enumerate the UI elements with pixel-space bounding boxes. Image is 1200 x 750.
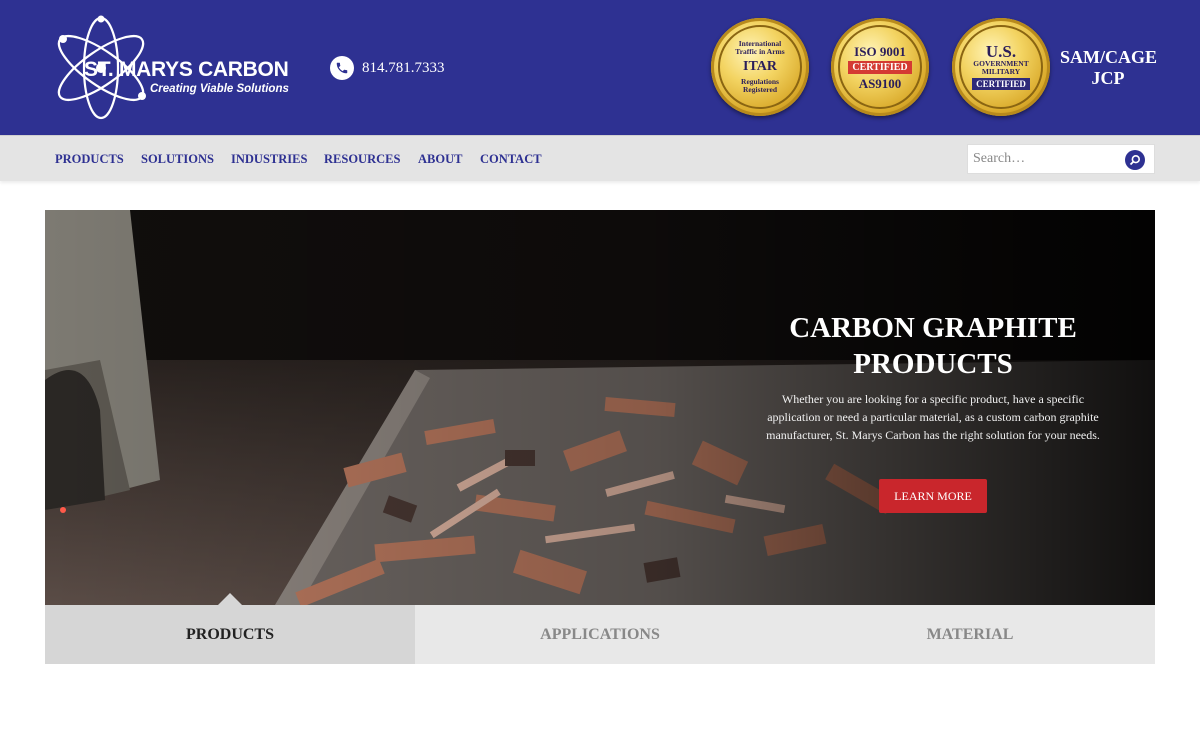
nav-item-resources[interactable]: RESOURCES: [324, 152, 400, 167]
logo-tagline: Creating Viable Solutions: [150, 83, 289, 95]
phone-icon: [330, 56, 354, 80]
hero-title: CARBON GRAPHITE PRODUCTS: [745, 310, 1121, 382]
tab-applications[interactable]: APPLICATIONS: [415, 605, 785, 664]
search-icon[interactable]: [1125, 150, 1145, 170]
hero-title-line2: PRODUCTS: [853, 348, 1013, 380]
logo-name: ST. MARYS CARBON: [84, 58, 289, 81]
phone-number: 814.781.7333: [362, 59, 445, 76]
badge-main-text: GOVERNMENT MILITARY: [973, 58, 1029, 76]
nav-item-about[interactable]: ABOUT: [418, 152, 462, 167]
badge-bottom-text: Regulations Registered: [741, 77, 779, 94]
badge-top-text: International Traffic in Arms: [735, 39, 785, 56]
hero-banner: CARBON GRAPHITE PRODUCTS Whether you are…: [45, 210, 1155, 605]
nav-item-products[interactable]: PRODUCTS: [55, 152, 124, 167]
nav-item-industries[interactable]: INDUSTRIES: [231, 152, 307, 167]
site-header: ST. MARYS CARBON Creating Viable Solutio…: [0, 0, 1200, 135]
government-badge: U.S. GOVERNMENT MILITARY CERTIFIED: [952, 18, 1050, 116]
company-logo[interactable]: ST. MARYS CARBON Creating Viable Solutio…: [46, 14, 298, 122]
category-tabs: PRODUCTS APPLICATIONS MATERIAL: [45, 593, 1155, 664]
nav-item-solutions[interactable]: SOLUTIONS: [141, 152, 214, 167]
badge-top-text: ISO 9001: [854, 43, 906, 59]
badge-top-text: U.S.: [985, 41, 1017, 61]
phone-link[interactable]: 814.781.7333: [330, 56, 445, 80]
learn-more-button[interactable]: LEARN MORE: [879, 479, 987, 513]
main-nav: PRODUCTS SOLUTIONS INDUSTRIES RESOURCES …: [0, 135, 1200, 181]
tab-material[interactable]: MATERIAL: [785, 605, 1155, 664]
search-box: [967, 144, 1155, 174]
badge-bottom-text: AS9100: [858, 75, 902, 91]
badge-main-text: ITAR: [743, 59, 777, 74]
sam-cage-code: SAM/CAGE JCP: [1060, 47, 1158, 89]
sam-cage-value: JCP: [1091, 68, 1125, 88]
nav-item-contact[interactable]: CONTACT: [480, 152, 542, 167]
hero-title-line1: CARBON GRAPHITE: [789, 312, 1077, 344]
itar-badge: International Traffic in Arms ITAR Regul…: [711, 18, 809, 116]
tab-products[interactable]: PRODUCTS: [45, 593, 415, 664]
iso-badge: ISO 9001 CERTIFIED AS9100: [831, 18, 929, 116]
sam-cage-label: SAM/CAGE: [1060, 47, 1158, 67]
badge-bottom-text: CERTIFIED: [972, 77, 1030, 90]
search-input[interactable]: [968, 145, 1118, 173]
hero-description: Whether you are looking for a specific p…: [766, 392, 1100, 442]
badge-main-text: CERTIFIED: [848, 60, 912, 74]
